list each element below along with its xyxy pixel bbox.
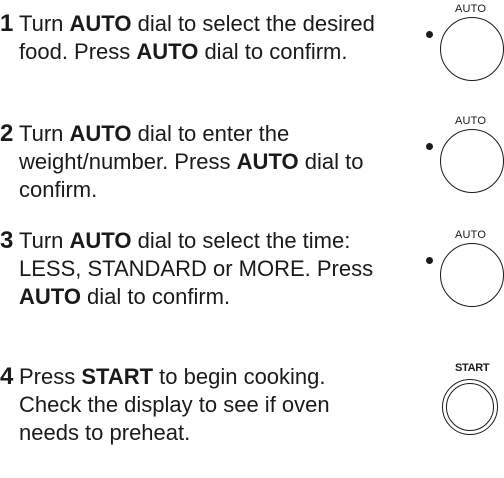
auto-dial-2[interactable]: AUTO	[425, 115, 504, 215]
step-number: 1	[0, 10, 14, 37]
start-button-group[interactable]: START	[440, 362, 504, 442]
auto-dial-knob[interactable]	[440, 129, 504, 193]
step-1: 1 Turn AUTO dial to select the desired fo…	[0, 10, 400, 66]
step-4: 4 Press START to begin cooking. Check the…	[0, 363, 400, 447]
dial-indicator-dot-icon	[426, 257, 433, 264]
step-number: 4	[0, 363, 14, 390]
step-number: 3	[0, 227, 14, 254]
dial-indicator-dot-icon	[426, 143, 433, 150]
auto-dial-knob[interactable]	[440, 243, 504, 307]
step-text: Turn AUTO dial to select the desired foo…	[19, 11, 375, 64]
auto-dial-label: AUTO	[455, 115, 487, 127]
step-number: 2	[0, 120, 14, 147]
step-text: Turn AUTO dial to select the time: LESS,…	[19, 228, 374, 309]
auto-dial-knob[interactable]	[440, 17, 504, 81]
step-2: 2 Turn AUTO dial to enter the weight/numb…	[0, 120, 400, 204]
instruction-page: 1 Turn AUTO dial to select the desired fo…	[0, 0, 504, 478]
step-text: Press START to begin cooking. Check the …	[19, 364, 330, 445]
start-button-inner-ring	[446, 383, 494, 431]
auto-dial-3[interactable]: AUTO	[425, 229, 504, 329]
dial-indicator-dot-icon	[426, 31, 433, 38]
auto-dial-1[interactable]: AUTO	[425, 3, 504, 103]
start-label: START	[455, 362, 490, 374]
auto-dial-label: AUTO	[455, 3, 487, 15]
step-text: Turn AUTO dial to enter the weight/numbe…	[19, 121, 364, 202]
auto-dial-label: AUTO	[455, 229, 487, 241]
step-3: 3 Turn AUTO dial to select the time: LESS…	[0, 227, 400, 311]
